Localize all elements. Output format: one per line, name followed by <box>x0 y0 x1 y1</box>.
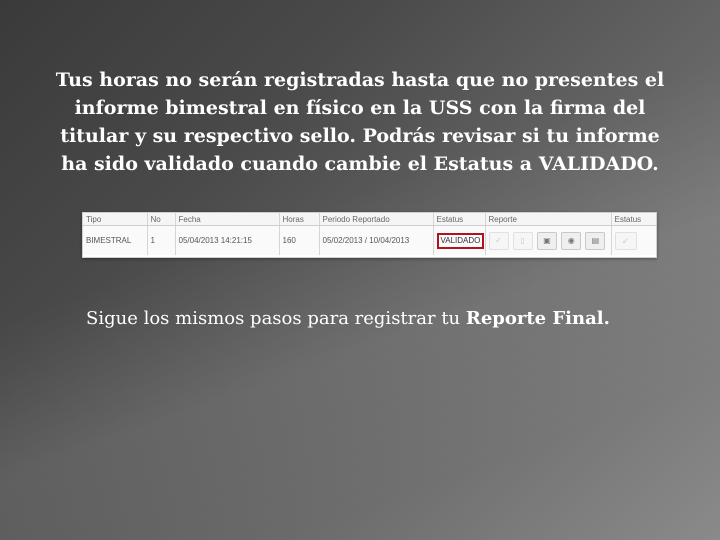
document-icon: ▯ <box>520 235 525 245</box>
slide-heading: Tus horas no serán registradas hasta que… <box>30 66 690 178</box>
status-badge: VALIDADO <box>436 232 484 249</box>
header-no[interactable]: No <box>147 213 176 226</box>
cell-tipo: BIMESTRAL <box>83 225 148 255</box>
reports-table: Tipo No Fecha Horas Periodo Reportado Es… <box>83 213 656 255</box>
save-button[interactable]: ▣ <box>536 231 557 250</box>
view-icon: ◉ <box>567 235 575 245</box>
document-button[interactable]: ▯ <box>512 231 533 250</box>
heading-line: Tus horas no serán registradas hasta que… <box>55 69 665 91</box>
status-check-button[interactable]: ✓ <box>614 231 637 250</box>
cell-estatus-2: ✓ <box>611 225 656 255</box>
slide-footer: Sigue los mismos pasos para registrar tu… <box>86 306 706 332</box>
header-estatus-2[interactable]: Estatus <box>611 213 656 226</box>
heading-line: ha sido validado cuando cambie el Estatu… <box>61 153 659 175</box>
cell-no: 1 <box>147 225 176 255</box>
check-icon: ✓ <box>621 235 630 246</box>
cell-estatus: VALIDADO <box>433 225 486 255</box>
header-reporte[interactable]: Reporte <box>485 213 612 226</box>
validate-button[interactable]: ✓ <box>488 231 509 250</box>
header-tipo[interactable]: Tipo <box>83 213 148 226</box>
reports-table-screenshot: Tipo No Fecha Horas Periodo Reportado Es… <box>82 212 657 258</box>
footer-emphasis: Reporte Final. <box>465 308 610 329</box>
header-estatus[interactable]: Estatus <box>433 213 486 226</box>
cell-periodo: 05/02/2013 / 10/04/2013 <box>319 225 434 255</box>
table-row: BIMESTRAL 1 05/04/2013 14:21:15 160 05/0… <box>83 225 656 255</box>
header-horas[interactable]: Horas <box>279 213 320 226</box>
header-periodo[interactable]: Periodo Reportado <box>319 213 434 226</box>
table-header-row: Tipo No Fecha Horas Periodo Reportado Es… <box>83 213 656 226</box>
heading-line: informe bimestral en físico en la USS co… <box>74 97 646 119</box>
view-button[interactable]: ◉ <box>561 231 582 250</box>
save-icon: ▣ <box>543 235 551 245</box>
print-icon: ▤ <box>591 235 600 245</box>
cell-horas: 160 <box>279 225 320 255</box>
footer-text: Sigue los mismos pasos para registrar tu <box>86 308 466 329</box>
heading-line: titular y su respectivo sello. Podrás re… <box>60 125 660 147</box>
header-fecha[interactable]: Fecha <box>175 213 280 226</box>
check-icon: ✓ <box>495 235 502 245</box>
print-button[interactable]: ▤ <box>585 231 606 250</box>
cell-reporte-actions: ✓ ▯ ▣ ◉ ▤ <box>485 225 612 255</box>
cell-fecha: 05/04/2013 14:21:15 <box>175 225 280 255</box>
